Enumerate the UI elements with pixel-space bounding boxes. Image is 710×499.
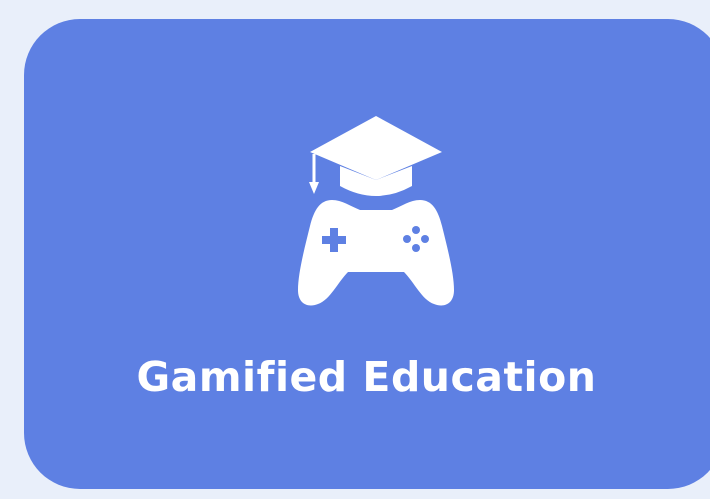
mortarboard-top [310, 116, 442, 180]
tassel-end [309, 182, 319, 194]
button-right [421, 235, 429, 243]
dpad-horizontal [322, 236, 346, 244]
button-bottom [412, 244, 420, 252]
gamepad-body [298, 200, 454, 306]
button-top [412, 226, 420, 234]
button-left [403, 235, 411, 243]
card-title: Gamified Education [136, 353, 597, 401]
gamified-education-card[interactable]: Gamified Education [24, 19, 710, 489]
graduation-cap-gamepad-icon [292, 114, 472, 314]
